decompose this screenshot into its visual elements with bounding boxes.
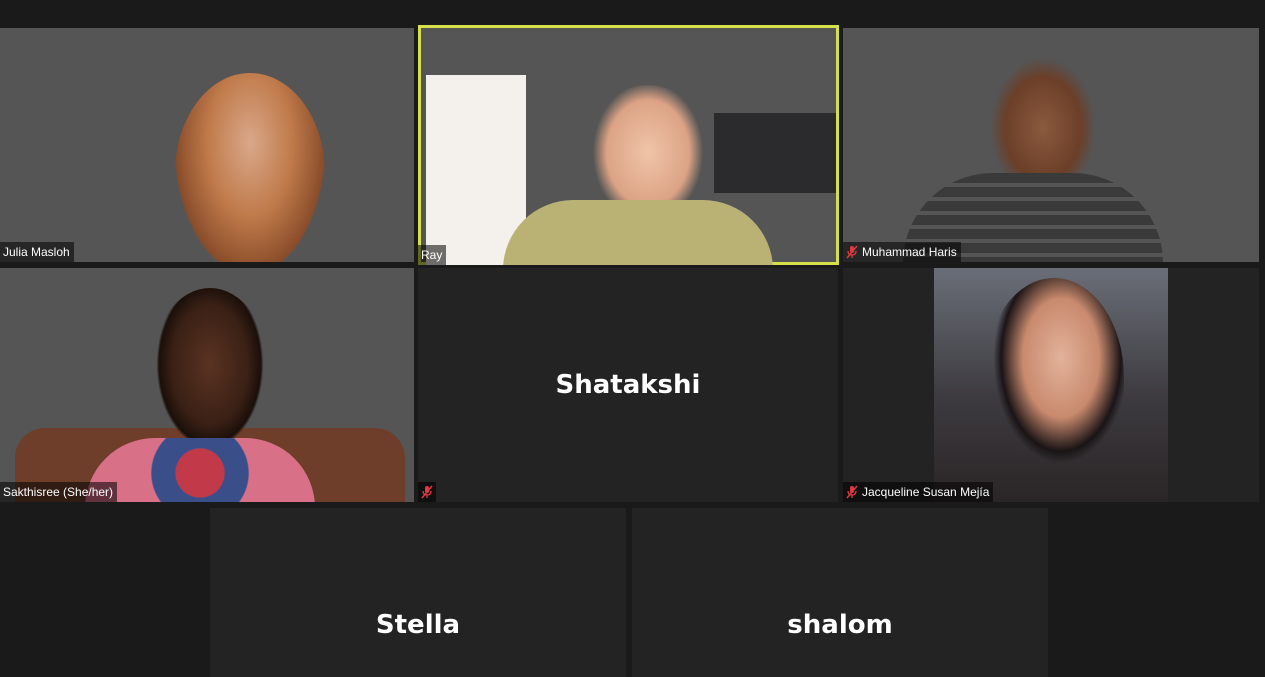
name-tag: Jacqueline Susan Mejía bbox=[843, 482, 994, 502]
participant-video bbox=[175, 73, 325, 262]
participant-display-name: shalom bbox=[787, 610, 893, 640]
name-tag: Sakthisree (She/her) bbox=[0, 482, 118, 502]
participant-name: Sakthisree (She/her) bbox=[3, 485, 114, 499]
participant-video bbox=[934, 268, 1168, 502]
participant-name: Jacqueline Susan Mejía bbox=[862, 485, 990, 499]
participant-tile-shatakshi[interactable]: Shatakshi bbox=[418, 268, 838, 502]
participant-tile-ray[interactable]: Ray bbox=[418, 25, 839, 265]
name-tag: Julia Masloh bbox=[0, 242, 74, 262]
name-tag: Muhammad Haris bbox=[843, 242, 961, 262]
participant-tile-shalom[interactable]: shalom bbox=[632, 508, 1048, 677]
participant-display-name: Shatakshi bbox=[555, 370, 701, 400]
video-gallery: Julia Masloh Ray Muhammad Haris Sakthisr… bbox=[0, 0, 1265, 677]
participant-video bbox=[150, 288, 270, 458]
participant-name: Julia Masloh bbox=[3, 245, 70, 259]
participant-display-name: Stella bbox=[375, 610, 461, 640]
shirt bbox=[85, 438, 315, 502]
participant-tile-stella[interactable]: Stella bbox=[210, 508, 626, 677]
participant-tile-jacqueline[interactable]: Jacqueline Susan Mejía bbox=[843, 268, 1259, 502]
microphone-muted-icon bbox=[421, 485, 433, 499]
participant-tile-julia[interactable]: Julia Masloh bbox=[0, 28, 414, 262]
participant-face bbox=[984, 278, 1124, 478]
name-tag bbox=[418, 482, 436, 502]
microphone-muted-icon bbox=[846, 485, 858, 499]
participant-tile-sakthisree[interactable]: Sakthisree (She/her) bbox=[0, 268, 414, 502]
participant-name: Muhammad Haris bbox=[862, 245, 957, 259]
shirt bbox=[503, 200, 773, 265]
participant-tile-haris[interactable]: Muhammad Haris bbox=[843, 28, 1259, 262]
microwave bbox=[714, 113, 836, 193]
name-tag: Ray bbox=[418, 245, 447, 265]
participant-name: Ray bbox=[421, 248, 443, 262]
microphone-muted-icon bbox=[846, 245, 858, 259]
